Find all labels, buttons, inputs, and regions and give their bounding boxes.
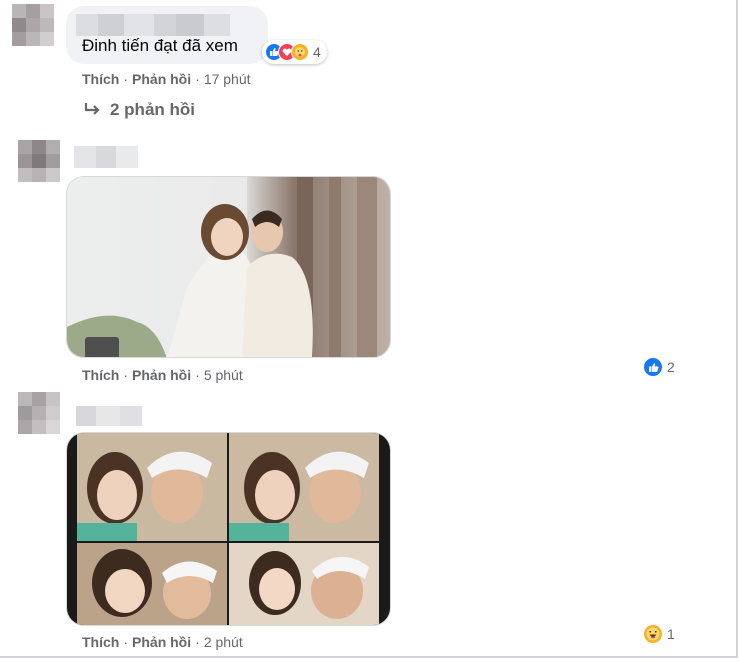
reply-arrow-icon: [84, 103, 100, 115]
reaction-summary[interactable]: 1: [640, 622, 681, 646]
comment-text: Đinh tiến đạt đã xem: [82, 36, 238, 55]
reply-button[interactable]: Phản hồi: [132, 367, 191, 383]
reaction-summary[interactable]: 2: [640, 355, 681, 379]
comment-actions: Thích · Phản hồi · 5 phút: [82, 367, 243, 383]
reaction-summary[interactable]: 4: [262, 40, 327, 64]
avatar[interactable]: [12, 4, 54, 46]
like-button[interactable]: Thích: [82, 367, 119, 383]
timestamp[interactable]: 5 phút: [204, 367, 243, 383]
photo-collage-image: [67, 433, 390, 625]
commenter-name[interactable]: [76, 14, 230, 36]
wedding-photo-image: [67, 177, 390, 357]
reply-button[interactable]: Phản hồi: [132, 634, 191, 650]
haha-icon: [643, 624, 663, 644]
like-button[interactable]: Thích: [82, 634, 119, 650]
commenter-name[interactable]: [76, 406, 142, 426]
avatar[interactable]: [18, 392, 60, 434]
commenter-name[interactable]: [74, 146, 138, 168]
timestamp[interactable]: 2 phút: [204, 634, 243, 650]
reply-button[interactable]: Phản hồi: [132, 71, 191, 87]
reaction-count: 2: [667, 359, 675, 375]
care-icon: [291, 43, 309, 61]
reaction-count: 1: [667, 626, 675, 642]
like-icon: [643, 357, 663, 377]
comment-actions: Thích · Phản hồi · 2 phút: [82, 634, 243, 650]
avatar[interactable]: [18, 140, 60, 182]
replies-count: 2 phản hồi: [110, 100, 195, 119]
comment-actions: Thích · Phản hồi · 17 phút: [82, 71, 251, 87]
like-button[interactable]: Thích: [82, 71, 119, 87]
comment-photo[interactable]: [66, 432, 391, 626]
comment-photo[interactable]: [66, 176, 391, 358]
view-replies-link[interactable]: 2 phản hồi: [84, 100, 195, 120]
timestamp[interactable]: 17 phút: [204, 71, 251, 87]
reaction-count: 4: [313, 44, 321, 60]
